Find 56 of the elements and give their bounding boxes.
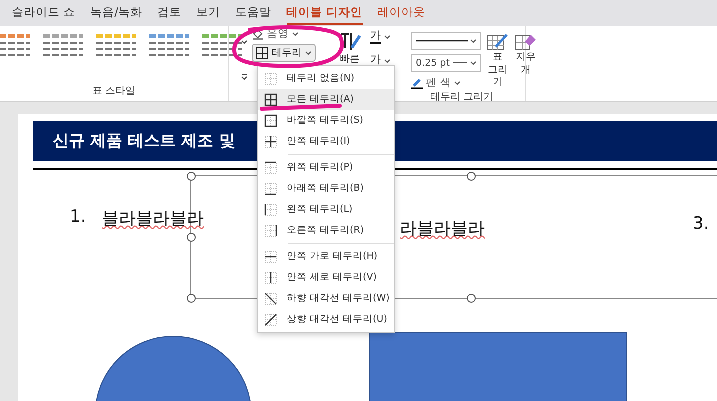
gallery-more-icon[interactable]: [241, 74, 248, 80]
list-number: 3.: [693, 214, 710, 234]
border-icon: [264, 182, 278, 196]
resize-handle[interactable]: [467, 294, 476, 303]
eraser-icon: [515, 32, 537, 52]
resize-handle[interactable]: [187, 294, 196, 303]
border-icon: [264, 292, 278, 306]
border-grid-icon: [256, 46, 269, 60]
resize-handle[interactable]: [187, 172, 196, 181]
quick-styles-button[interactable]: 빠른: [338, 30, 362, 66]
menu-item[interactable]: 안쪽 가로 테두리(H): [258, 246, 394, 267]
border-icon: [264, 160, 278, 174]
menu-item[interactable]: 오른쪽 테두리(R): [258, 220, 394, 241]
pen-color-button[interactable]: 펜 색: [411, 76, 481, 90]
ribbon-tab[interactable]: 슬라이드 쇼: [12, 2, 76, 24]
gallery-down-icon[interactable]: [241, 40, 248, 45]
ribbon-tab[interactable]: 검토: [158, 2, 182, 24]
pen-style-dropdown[interactable]: [411, 32, 481, 50]
menu-item[interactable]: 상향 대각선 테두리(U): [258, 309, 394, 330]
text-brush-icon: [338, 30, 362, 52]
pen-weight-dropdown[interactable]: 0.25 pt: [411, 54, 481, 72]
border-icon: [264, 72, 278, 86]
border-icon: [264, 312, 278, 326]
shading-button[interactable]: 음영: [252, 27, 316, 41]
menu-item[interactable]: 왼쪽 테두리(L): [258, 199, 394, 220]
list-text: 블라블라블라: [102, 208, 204, 230]
border-icon: [264, 270, 278, 284]
pen-icon: [411, 77, 423, 89]
borders-button[interactable]: 테두리: [252, 44, 316, 62]
draw-table-button[interactable]: 표 그리기: [487, 32, 509, 90]
table-pencil-icon: [487, 32, 509, 52]
menu-item[interactable]: 아래쪽 테두리(B): [258, 178, 394, 199]
list-text: 라블라블라: [400, 218, 485, 240]
ribbon-tab[interactable]: 도움말: [236, 2, 272, 24]
ribbon-tab[interactable]: 녹음/녹화: [90, 2, 143, 24]
border-icon: [264, 224, 278, 238]
border-icon: [264, 114, 278, 128]
text-fill-button[interactable]: 가: [370, 30, 391, 44]
group-label: 테두리 그리기: [429, 91, 495, 105]
line-weight-icon: [452, 62, 467, 64]
resize-handle[interactable]: [467, 172, 476, 181]
border-icon: [264, 250, 278, 264]
menu-item[interactable]: 테두리 없음(N): [258, 68, 394, 89]
line-style-icon: [416, 39, 468, 43]
border-icon: [264, 92, 278, 106]
resize-handle[interactable]: [187, 233, 196, 242]
ribbon-tab[interactable]: 레이아웃: [378, 2, 426, 24]
border-icon: [264, 134, 278, 148]
group-label: 표 스타일: [91, 85, 137, 99]
menu-item[interactable]: 하향 대각선 테두리(W): [258, 288, 394, 309]
border-icon: [264, 202, 278, 216]
menu-item[interactable]: 안쪽 테두리(I): [258, 131, 394, 152]
ribbon-tab[interactable]: 보기: [196, 2, 221, 24]
list-number: 1.: [70, 207, 86, 229]
eraser-button[interactable]: 지우개: [515, 32, 537, 77]
menu-item[interactable]: 안쪽 세로 테두리(V): [258, 267, 394, 288]
